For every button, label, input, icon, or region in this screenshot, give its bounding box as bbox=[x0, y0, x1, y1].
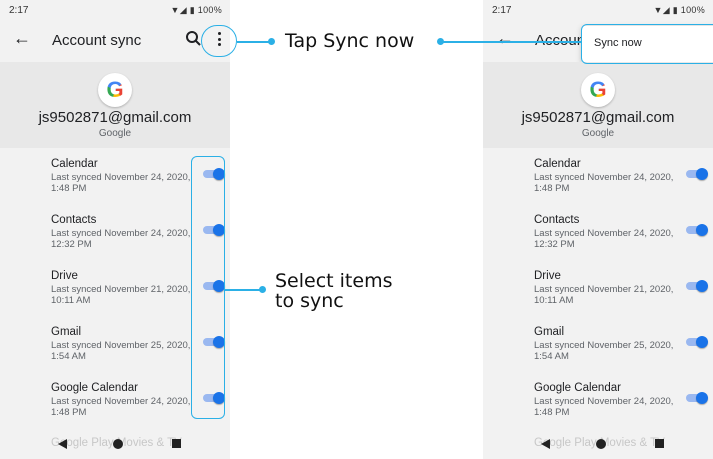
sync-item-google-calendar[interactable]: Google Calendar Last synced November 24,… bbox=[483, 372, 713, 428]
sync-item-label: Contacts bbox=[534, 214, 580, 226]
sync-toggle[interactable] bbox=[686, 224, 708, 236]
signal-icon: ▼◢ ▮ bbox=[170, 5, 198, 15]
sync-item-label: Drive bbox=[51, 270, 78, 282]
callout-dot bbox=[268, 38, 275, 45]
callout-line-select bbox=[225, 289, 263, 291]
account-header: G js9502871@gmail.com Google bbox=[0, 62, 230, 148]
status-icons: ▼◢ ▮ 100% bbox=[170, 5, 222, 16]
nav-back-icon[interactable] bbox=[541, 439, 550, 449]
callout-select-items: Select items to sync bbox=[275, 270, 393, 312]
sync-item-status: Last synced November 21, 2020, 10:11 AM bbox=[534, 284, 674, 306]
callout-dot bbox=[259, 286, 266, 293]
google-logo: G bbox=[98, 73, 132, 107]
sync-item-status: Last synced November 24, 2020, 1:48 PM bbox=[534, 172, 674, 194]
back-arrow-icon[interactable]: ← bbox=[496, 28, 514, 49]
sync-item-status: Last synced November 24, 2020, 1:48 PM bbox=[51, 396, 191, 418]
callout-tap-sync-now: Tap Sync now bbox=[285, 30, 415, 52]
sync-item-label: Contacts bbox=[51, 214, 97, 226]
battery-level: 100% bbox=[197, 5, 222, 15]
sync-item-status: Last synced November 24, 2020, 1:48 PM bbox=[51, 172, 191, 194]
nav-home-icon[interactable] bbox=[596, 439, 606, 449]
sync-toggle[interactable] bbox=[686, 168, 708, 180]
nav-home-icon[interactable] bbox=[113, 439, 123, 449]
callout-line-sync bbox=[237, 41, 272, 43]
app-bar: ← Account sync bbox=[0, 20, 230, 62]
status-bar: 2:17 ▼◢ ▮ 100% bbox=[483, 0, 713, 20]
account-email: js9502871@gmail.com bbox=[38, 109, 192, 126]
sync-item-label: Drive bbox=[534, 270, 561, 282]
battery-level: 100% bbox=[680, 5, 705, 15]
callout-line-sync-right bbox=[440, 41, 581, 43]
status-time: 2:17 bbox=[492, 5, 512, 16]
status-time: 2:17 bbox=[9, 5, 29, 16]
instruction-graphic: 2:17 ▼◢ ▮ 100% ← Account sync G js950287… bbox=[0, 0, 713, 459]
sync-item-status: Last synced November 25, 2020, 1:54 AM bbox=[534, 340, 674, 362]
sync-toggle[interactable] bbox=[686, 392, 708, 404]
nav-back-icon[interactable] bbox=[58, 439, 67, 449]
highlight-menu-button bbox=[201, 25, 237, 57]
highlight-sync-now bbox=[581, 24, 713, 64]
sync-item-label: Calendar bbox=[51, 158, 98, 170]
account-provider: Google bbox=[98, 128, 132, 139]
signal-icon: ▼◢ ▮ bbox=[653, 5, 681, 15]
sync-item-label: Gmail bbox=[51, 326, 82, 338]
sync-list: Calendar Last synced November 24, 2020, … bbox=[483, 148, 713, 428]
account-email: js9502871@gmail.com bbox=[521, 109, 675, 126]
google-logo: G bbox=[581, 73, 615, 107]
sync-item-gmail[interactable]: Gmail Last synced November 25, 2020, 1:5… bbox=[483, 316, 713, 372]
account-header: G js9502871@gmail.com Google bbox=[483, 62, 713, 148]
sync-item-status: Last synced November 21, 2020, 10:11 AM bbox=[51, 284, 191, 306]
sync-item-status: Last synced November 24, 2020, 12:32 PM bbox=[534, 228, 674, 250]
sync-item-contacts[interactable]: Contacts Last synced November 24, 2020, … bbox=[483, 204, 713, 260]
nav-recents-icon[interactable] bbox=[172, 439, 181, 448]
sync-item-calendar[interactable]: Calendar Last synced November 24, 2020, … bbox=[483, 148, 713, 204]
sync-item-drive[interactable]: Drive Last synced November 21, 2020, 10:… bbox=[483, 260, 713, 316]
status-bar: 2:17 ▼◢ ▮ 100% bbox=[0, 0, 230, 20]
account-provider: Google bbox=[581, 128, 615, 139]
sync-item-label: Gmail bbox=[534, 326, 565, 338]
phone-screen-right: 2:17 ▼◢ ▮ 100% ← Account s Sync now G js… bbox=[483, 0, 713, 459]
sync-item-label: Google Calendar bbox=[51, 382, 138, 394]
status-icons: ▼◢ ▮ 100% bbox=[653, 5, 705, 16]
page-title: Account sync bbox=[52, 32, 142, 49]
sync-toggle[interactable] bbox=[686, 336, 708, 348]
sync-item-status: Last synced November 25, 2020, 1:54 AM bbox=[51, 340, 191, 362]
nav-recents-icon[interactable] bbox=[655, 439, 664, 448]
highlight-toggles bbox=[191, 156, 225, 419]
sync-toggle[interactable] bbox=[686, 280, 708, 292]
sync-item-status: Last synced November 24, 2020, 1:48 PM bbox=[534, 396, 674, 418]
system-nav-bar bbox=[483, 434, 713, 456]
system-nav-bar bbox=[0, 434, 230, 456]
back-arrow-icon[interactable]: ← bbox=[13, 28, 31, 49]
sync-item-label: Google Calendar bbox=[534, 382, 621, 394]
sync-item-status: Last synced November 24, 2020, 12:32 PM bbox=[51, 228, 191, 250]
sync-item-label: Calendar bbox=[534, 158, 581, 170]
